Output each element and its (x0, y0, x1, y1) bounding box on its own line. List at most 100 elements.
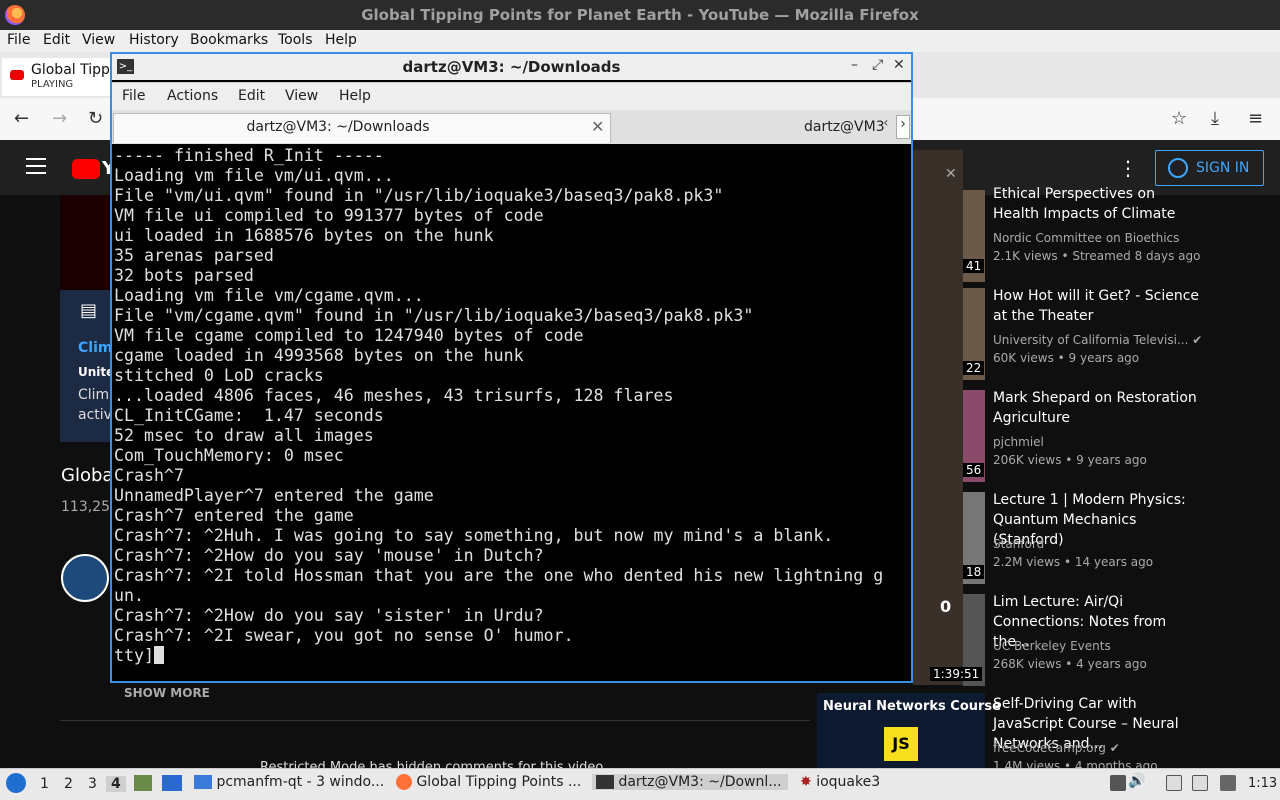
volume-icon[interactable]: 🔊 (1128, 773, 1145, 789)
task-pcmanfm[interactable]: pcmanfm-qt - 3 windo... (194, 774, 384, 790)
terminal-prompt-line: tty] (114, 646, 911, 666)
power-icon[interactable] (1220, 775, 1236, 791)
rec-title[interactable]: Mark Shepard on Restoration Agriculture (993, 388, 1203, 428)
duration-badge: 56 (963, 463, 985, 477)
description-title[interactable]: Clima (78, 340, 112, 356)
tab-close-icon[interactable]: ✕ (591, 117, 604, 136)
menu-file[interactable]: File (7, 32, 30, 48)
network-icon[interactable] (1110, 775, 1126, 791)
terminal-menu-file[interactable]: File (122, 88, 145, 104)
folder-icon (194, 775, 212, 789)
task-firefox[interactable]: Global Tipping Points ... (396, 774, 581, 790)
description-line-2: activi (78, 407, 112, 423)
rec-channel[interactable]: Nordic Committee on Bioethics (993, 231, 1179, 245)
terminal-icon (596, 775, 614, 789)
divider (60, 720, 810, 721)
start-menu-icon[interactable] (6, 773, 26, 793)
rec-channel[interactable]: pjchmiel (993, 435, 1044, 449)
workspace-4[interactable]: 4 (106, 776, 126, 792)
terminal-line: 32 bots parsed (114, 266, 254, 285)
rec-title[interactable]: How Hot will it Get? - Science at the Th… (993, 286, 1203, 326)
terminal-tab-2[interactable]: dartz@VM3 (804, 119, 884, 135)
workspace-1[interactable]: 1 (40, 776, 49, 792)
back-icon[interactable]: ← (14, 108, 29, 129)
terminal-line: Com_TouchMemory: 0 msec (114, 446, 344, 465)
close-window-icon[interactable]: ✕ (893, 57, 905, 73)
terminal-menubar (112, 82, 911, 110)
rec-channel[interactable]: freeCodeCamp.org ✔ (993, 741, 1120, 755)
downloads-icon[interactable]: ⤓ (1211, 108, 1219, 129)
clipboard-icon[interactable] (1166, 775, 1182, 791)
display-icon[interactable] (1192, 775, 1208, 791)
terminal-menu-edit[interactable]: Edit (238, 88, 265, 104)
close-icon[interactable]: ✕ (945, 166, 957, 182)
firefox-icon (396, 774, 412, 790)
rec-channel[interactable]: Stanford (993, 537, 1044, 551)
task-ioquake3[interactable]: ✸ ioquake3 (800, 774, 880, 790)
app-menu-icon[interactable]: ≡ (1248, 108, 1263, 129)
video-player[interactable] (60, 195, 112, 290)
firefox-titlebar: Global Tipping Points for Planet Earth -… (0, 0, 1280, 30)
task-label: pcmanfm-qt - 3 windo... (216, 774, 385, 790)
terminal-menu-actions[interactable]: Actions (167, 88, 218, 104)
js-logo-icon: JS (884, 727, 918, 761)
duration-badge: 1:39:51 (930, 667, 983, 681)
terminal-line: cgame loaded in 4993568 bytes on the hun… (114, 346, 524, 365)
menu-help[interactable]: Help (325, 32, 357, 48)
duration-badge: 18 (963, 565, 985, 579)
text-cursor (153, 646, 164, 664)
tab-scroll-left-icon[interactable]: ‹ (883, 115, 889, 131)
description-channel: United (78, 365, 112, 379)
channel-avatar[interactable] (61, 554, 109, 602)
duration-badge: 22 (963, 361, 985, 375)
rec-channel-name: freeCodeCamp.org (993, 741, 1106, 755)
task-label: ioquake3 (816, 774, 881, 790)
task-terminal[interactable]: dartz@VM3: ~/Downl... (592, 774, 788, 790)
rec-meta: 2.2M views • 14 years ago (993, 555, 1154, 569)
terminal-line: Crash^7: ^2How do you say 'sister' in Ur… (114, 606, 544, 625)
rec-channel[interactable]: University of California Televisi... ✔ (993, 333, 1202, 347)
menu-tools[interactable]: Tools (278, 32, 313, 48)
duration-badge: 41 (963, 259, 985, 273)
firefox-logo-icon (5, 5, 25, 25)
terminal-menu-help[interactable]: Help (339, 88, 371, 104)
clock[interactable]: 1:13 (1248, 776, 1277, 791)
more-options-icon[interactable]: ⋮ (1118, 156, 1138, 180)
menu-history[interactable]: History (129, 32, 179, 48)
description-icon: ▤ (80, 300, 98, 321)
thumbnail-text: Neural Networks Course (823, 699, 1001, 714)
tab-scroll-right-icon[interactable]: › (896, 115, 910, 139)
rec-meta: 206K views • 9 years ago (993, 453, 1147, 467)
show-more-button[interactable]: SHOW MORE (124, 686, 210, 700)
account-icon (1168, 158, 1188, 178)
rec-channel[interactable]: UC Berkeley Events (993, 639, 1111, 653)
workspace-3[interactable]: 3 (88, 776, 97, 792)
workspace-2[interactable]: 2 (64, 776, 73, 792)
minimize-icon[interactable]: – (851, 57, 858, 73)
file-manager-launcher-icon[interactable] (162, 775, 182, 791)
maximize-icon[interactable]: ⤢ (872, 57, 883, 73)
menu-view[interactable]: View (82, 32, 115, 48)
terminal-title: dartz@VM3: ~/Downloads (402, 58, 621, 76)
rec-title[interactable]: Ethical Perspectives on Health Impacts o… (993, 184, 1203, 224)
terminal-line: ui loaded in 1688576 bytes on the hunk (114, 226, 494, 245)
rec-meta: 1.4M views • 4 months ago (993, 759, 1158, 768)
video-title: Global (61, 465, 111, 486)
reload-icon[interactable]: ↻ (88, 108, 103, 129)
terminal-line: Crash^7: ^2I swear, you got no sense O' … (114, 626, 574, 645)
task-label: dartz@VM3: ~/Downl... (618, 774, 782, 790)
terminal-line: ...loaded 4806 faces, 46 meshes, 43 tris… (114, 386, 674, 405)
hamburger-menu-icon[interactable] (26, 158, 46, 174)
terminal-menu-view[interactable]: View (285, 88, 318, 104)
menu-edit[interactable]: Edit (43, 32, 70, 48)
terminal-output[interactable]: ----- finished R_Init ----- Loading vm f… (112, 146, 911, 681)
menu-bookmarks[interactable]: Bookmarks (190, 32, 268, 48)
bookmark-star-icon[interactable]: ☆ (1171, 108, 1187, 129)
tab-title: Global Tippi (31, 62, 114, 78)
forward-icon[interactable]: → (52, 108, 67, 129)
rec-channel-name: University of California Televisi... (993, 333, 1189, 347)
description-line-1: Clima (78, 387, 112, 403)
task-label: Global Tipping Points ... (416, 774, 582, 790)
show-desktop-icon[interactable] (134, 775, 152, 791)
youtube-logo-icon[interactable] (72, 159, 100, 179)
